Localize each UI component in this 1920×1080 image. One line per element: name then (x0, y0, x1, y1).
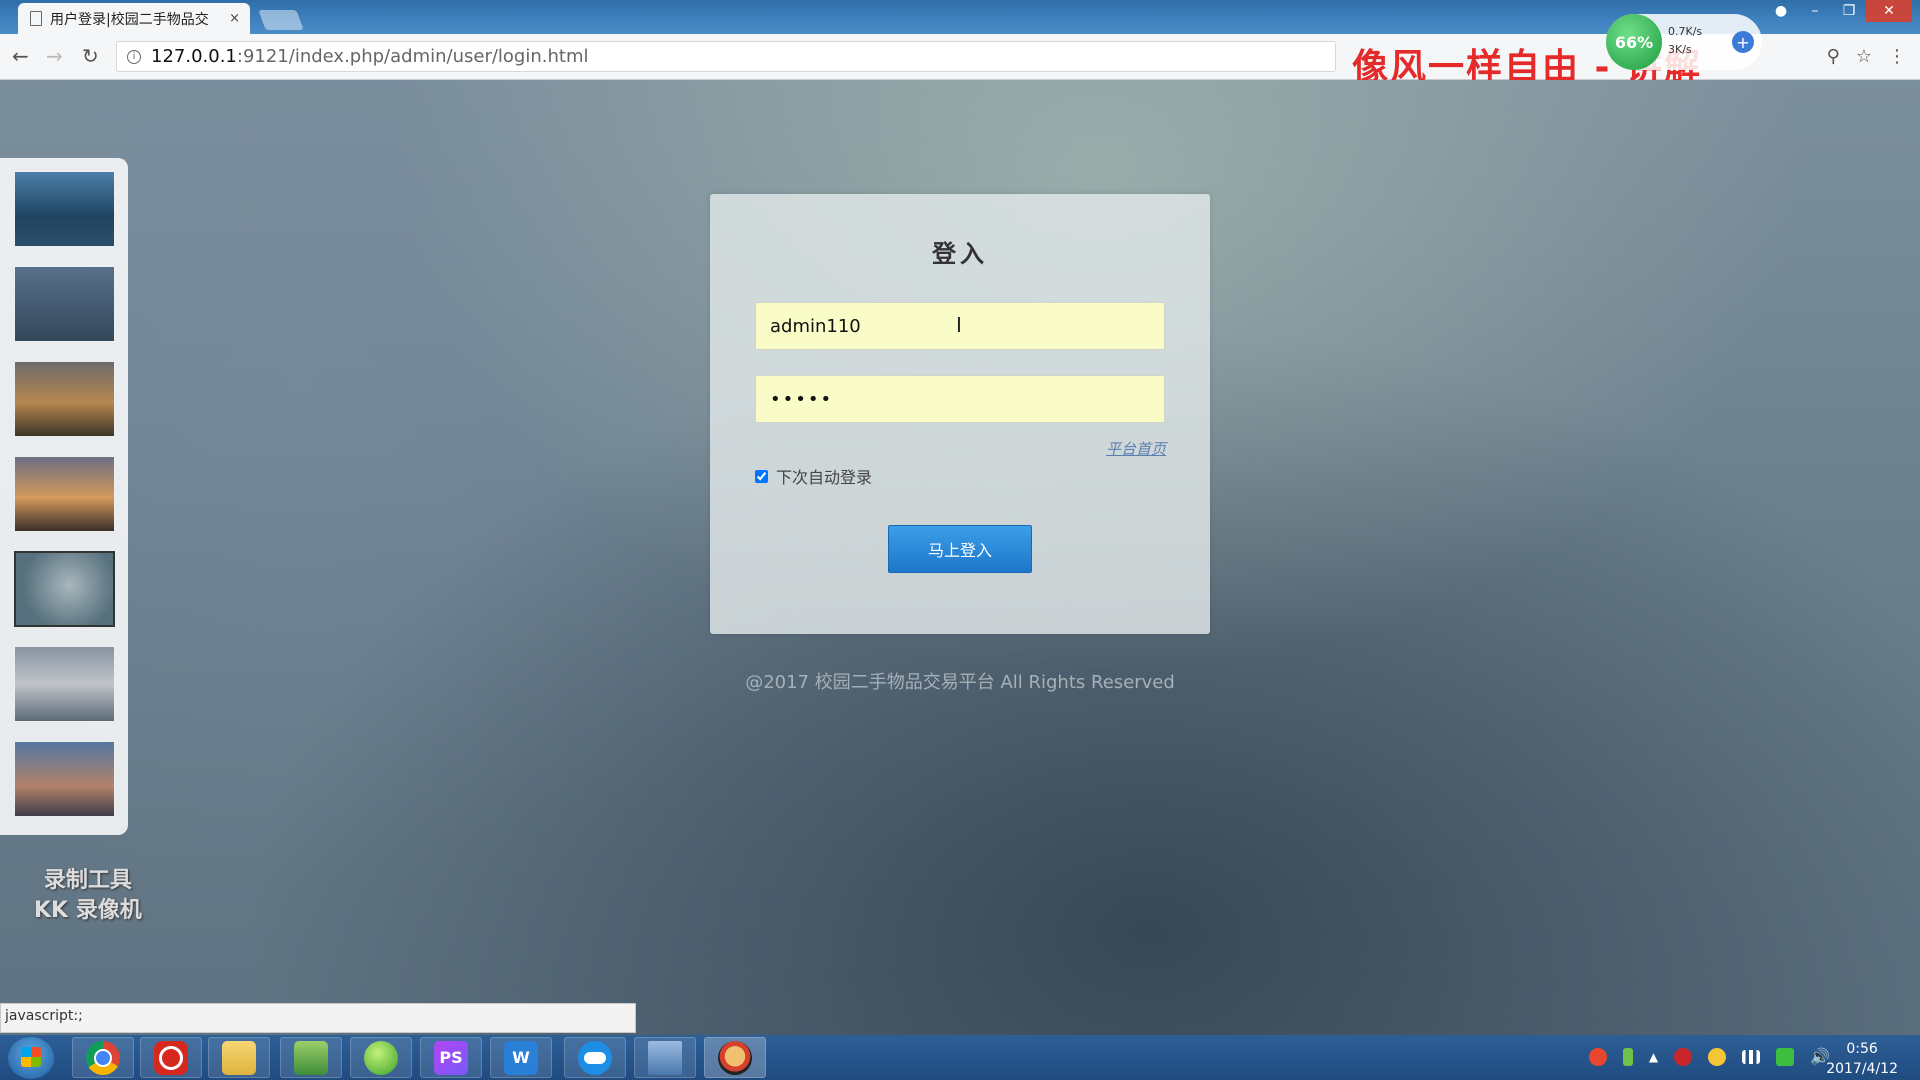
taskbar-avatar-app[interactable] (704, 1037, 766, 1078)
network-icon[interactable] (1776, 1047, 1795, 1066)
url-path: :9121/index.php/admin/user/login.html (236, 46, 589, 67)
word-icon: W (504, 1040, 538, 1075)
taskbar-editor[interactable] (280, 1037, 342, 1078)
text-cursor-icon: I (956, 313, 962, 337)
cloud-icon (578, 1040, 612, 1075)
close-window-icon[interactable]: ✕ (1866, 0, 1912, 22)
watermark-line2: KK 录像机 (34, 898, 142, 923)
start-button[interactable] (8, 1037, 54, 1079)
taskbar-file-explorer[interactable] (208, 1037, 270, 1078)
clock-time: 0:56 (1846, 1041, 1878, 1057)
user-icon[interactable]: ● (1764, 0, 1798, 22)
chrome-icon (86, 1040, 120, 1075)
info-icon[interactable]: i (127, 49, 141, 64)
forward-arrow-icon[interactable]: → (46, 44, 63, 68)
minimize-icon[interactable]: – (1798, 0, 1832, 22)
taskbar-cloud[interactable] (564, 1037, 626, 1078)
background-thumbnail[interactable] (14, 741, 115, 817)
toolbar-actions: ⚲ ☆ ⋮ (1827, 46, 1906, 67)
sogou-input-icon[interactable] (1588, 1047, 1607, 1066)
password-input[interactable] (755, 375, 1165, 423)
address-bar[interactable]: i 127.0.0.1:9121/index.php/admin/user/lo… (116, 41, 1336, 72)
file-explorer-icon (222, 1040, 256, 1075)
cloud-icon-shape (584, 1051, 606, 1064)
remember-me-checkbox[interactable] (755, 469, 768, 483)
url-host: 127.0.0.1 (151, 46, 237, 67)
background-thumbnail[interactable] (14, 266, 115, 342)
platform-home-link[interactable]: 平台首页 (1106, 438, 1166, 459)
taskbar: PS W ▲ 🔊 0:56 2017/4/12 (0, 1035, 1920, 1080)
tab-title: 用户登录|校园二手物品交 (50, 11, 209, 28)
system-tray: ▲ 🔊 (1588, 1047, 1830, 1066)
speed-readout: 0.7K/s 3K/s (1668, 23, 1702, 59)
taskbar-clock[interactable]: 0:56 2017/4/12 (1826, 1039, 1898, 1079)
music-icon-ring (159, 1045, 183, 1070)
phpstorm-icon: PS (434, 1040, 468, 1075)
pin-icon[interactable]: ⚲ (1827, 46, 1840, 67)
background-thumbnail[interactable] (14, 171, 115, 247)
tab-login[interactable]: 用户登录|校园二手物品交 × (18, 3, 250, 34)
avatar-app-icon (718, 1040, 752, 1075)
upload-speed: 0.7K/s (1668, 25, 1703, 38)
memory-percent: 66% (1606, 14, 1662, 70)
page-icon (30, 11, 42, 26)
editor-icon (294, 1040, 328, 1075)
back-arrow-icon[interactable]: ← (12, 44, 29, 68)
bookmark-star-icon[interactable]: ☆ (1856, 46, 1872, 67)
new-tab-button[interactable] (258, 10, 304, 30)
signal-icon[interactable] (1742, 1049, 1761, 1064)
recorder-watermark: 录制工具 KK 录像机 (34, 866, 142, 926)
copyright-footer: @2017 校园二手物品交易平台 All Rights Reserved (745, 672, 1175, 693)
tab-close-icon[interactable]: × (229, 11, 240, 26)
window-controls: ● – ❐ ✕ (1764, 0, 1912, 22)
taskbar-chrome[interactable] (72, 1037, 134, 1078)
login-button[interactable]: 马上登入 (888, 525, 1032, 573)
download-speed: 3K/s (1668, 43, 1692, 56)
remember-me-label: 下次自动登录 (776, 468, 873, 487)
menu-icon[interactable]: ⋮ (1888, 46, 1906, 67)
background-thumbnail-selected[interactable] (14, 551, 115, 627)
qq-icon[interactable] (1708, 1047, 1727, 1066)
security-icon[interactable] (1674, 1047, 1693, 1066)
clock-date: 2017/4/12 (1826, 1061, 1898, 1077)
reload-icon[interactable]: ↻ (82, 44, 99, 68)
watermark-line1: 录制工具 (43, 868, 132, 893)
remember-me[interactable]: 下次自动登录 (755, 464, 872, 488)
battery-icon[interactable] (1622, 1047, 1633, 1066)
background-thumbnail[interactable] (14, 361, 115, 437)
taskbar-leaf-app[interactable] (350, 1037, 412, 1078)
taskbar-window[interactable] (634, 1037, 696, 1078)
network-speed-widget[interactable]: 66% 0.7K/s 3K/s + (1606, 14, 1762, 70)
windows-logo-icon (21, 1047, 41, 1067)
background-thumbnail-panel (0, 158, 128, 835)
window-icon (648, 1040, 682, 1075)
status-bubble: javascript:; (0, 1003, 636, 1033)
background-thumbnail[interactable] (14, 456, 115, 532)
leaf-app-icon (364, 1040, 398, 1075)
taskbar-phpstorm[interactable]: PS (420, 1037, 482, 1078)
login-title: 登入 (932, 240, 988, 268)
page-background: 录制工具 KK 录像机 登入 I 平台首页 下次自动登录 马上登入 @2017 … (0, 80, 1920, 1035)
login-form: 登入 I 平台首页 下次自动登录 马上登入 (710, 194, 1210, 634)
maximize-icon[interactable]: ❐ (1832, 0, 1866, 22)
plus-icon[interactable]: + (1732, 31, 1754, 53)
tray-expand-icon[interactable]: ▲ (1649, 1050, 1658, 1064)
chrome-icon-center (94, 1048, 112, 1067)
taskbar-word[interactable]: W (490, 1037, 552, 1078)
taskbar-netease-music[interactable] (140, 1037, 202, 1078)
netease-music-icon (154, 1040, 188, 1075)
